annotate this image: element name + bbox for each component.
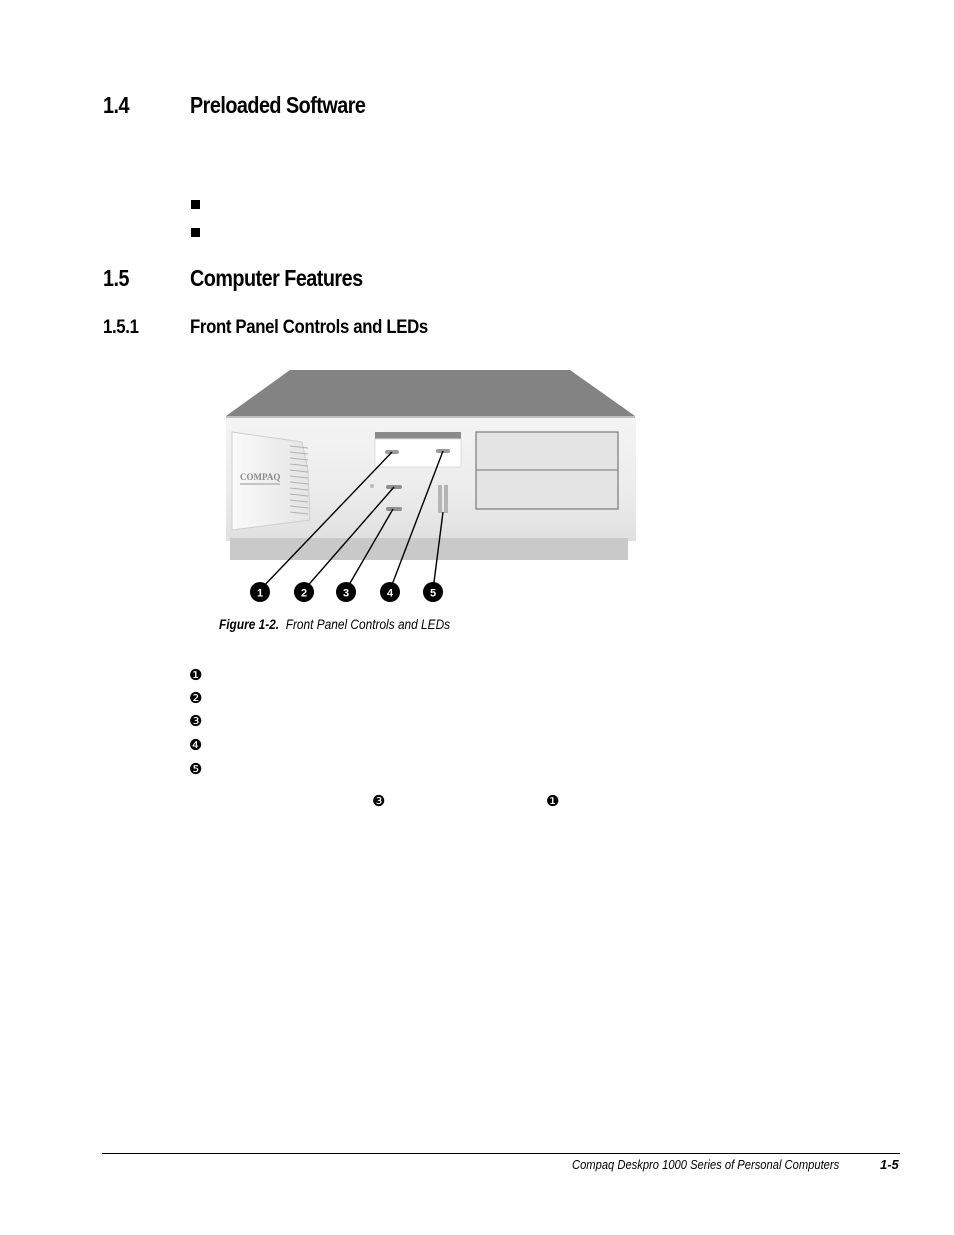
case-top xyxy=(226,370,635,416)
section-number-1-5: 1.5 xyxy=(103,265,129,291)
callout-4: 4 xyxy=(380,582,400,602)
power-button-5 xyxy=(438,485,442,513)
note-callout-1: ❶ xyxy=(546,792,560,810)
section-title-preloaded-software: Preloaded Software xyxy=(190,92,366,118)
callout-list-item-3: ❸ xyxy=(189,712,203,730)
footer-rule xyxy=(102,1153,900,1154)
svg-text:1: 1 xyxy=(257,588,263,600)
computer-front-panel-illustration: COMPAQ 1 2 3 4 5 xyxy=(226,370,636,602)
callout-2: 2 xyxy=(294,582,314,602)
figure-caption-text: Front Panel Controls and LEDs xyxy=(285,617,451,632)
section-title-computer-features: Computer Features xyxy=(190,265,363,291)
floppy-slot xyxy=(375,432,461,439)
callout-1: 1 xyxy=(250,582,270,602)
section-number-1-4: 1.4 xyxy=(103,92,129,118)
led-3 xyxy=(386,507,402,511)
case-base xyxy=(230,538,628,560)
callout-list-item-4: ❹ xyxy=(189,736,203,754)
callout-5: 5 xyxy=(423,582,443,602)
callout-list-item-1: ❶ xyxy=(189,666,203,684)
figure-caption: Figure 1-2. Front Panel Controls and LED… xyxy=(219,617,450,632)
callout-3: 3 xyxy=(336,582,356,602)
note-callout-3: ❸ xyxy=(372,792,386,810)
footer-title: Compaq Deskpro 1000 Series of Personal C… xyxy=(572,1157,840,1172)
section-number-1-5-1: 1.5.1 xyxy=(103,316,139,338)
svg-text:3: 3 xyxy=(343,588,349,600)
bullet-marker xyxy=(191,228,200,237)
svg-text:4: 4 xyxy=(387,588,394,600)
figure-label: Figure 1-2. xyxy=(219,617,280,632)
svg-text:2: 2 xyxy=(301,588,307,600)
bullet-marker xyxy=(191,200,200,209)
callout-list-item-2: ❷ xyxy=(189,689,203,707)
callout-list-item-5: ❺ xyxy=(189,760,203,778)
section-title-front-panel: Front Panel Controls and LEDs xyxy=(190,316,428,338)
compaq-logo: COMPAQ xyxy=(240,472,280,482)
footer-page-number: 1-5 xyxy=(880,1157,899,1172)
svg-text:5: 5 xyxy=(430,588,436,600)
